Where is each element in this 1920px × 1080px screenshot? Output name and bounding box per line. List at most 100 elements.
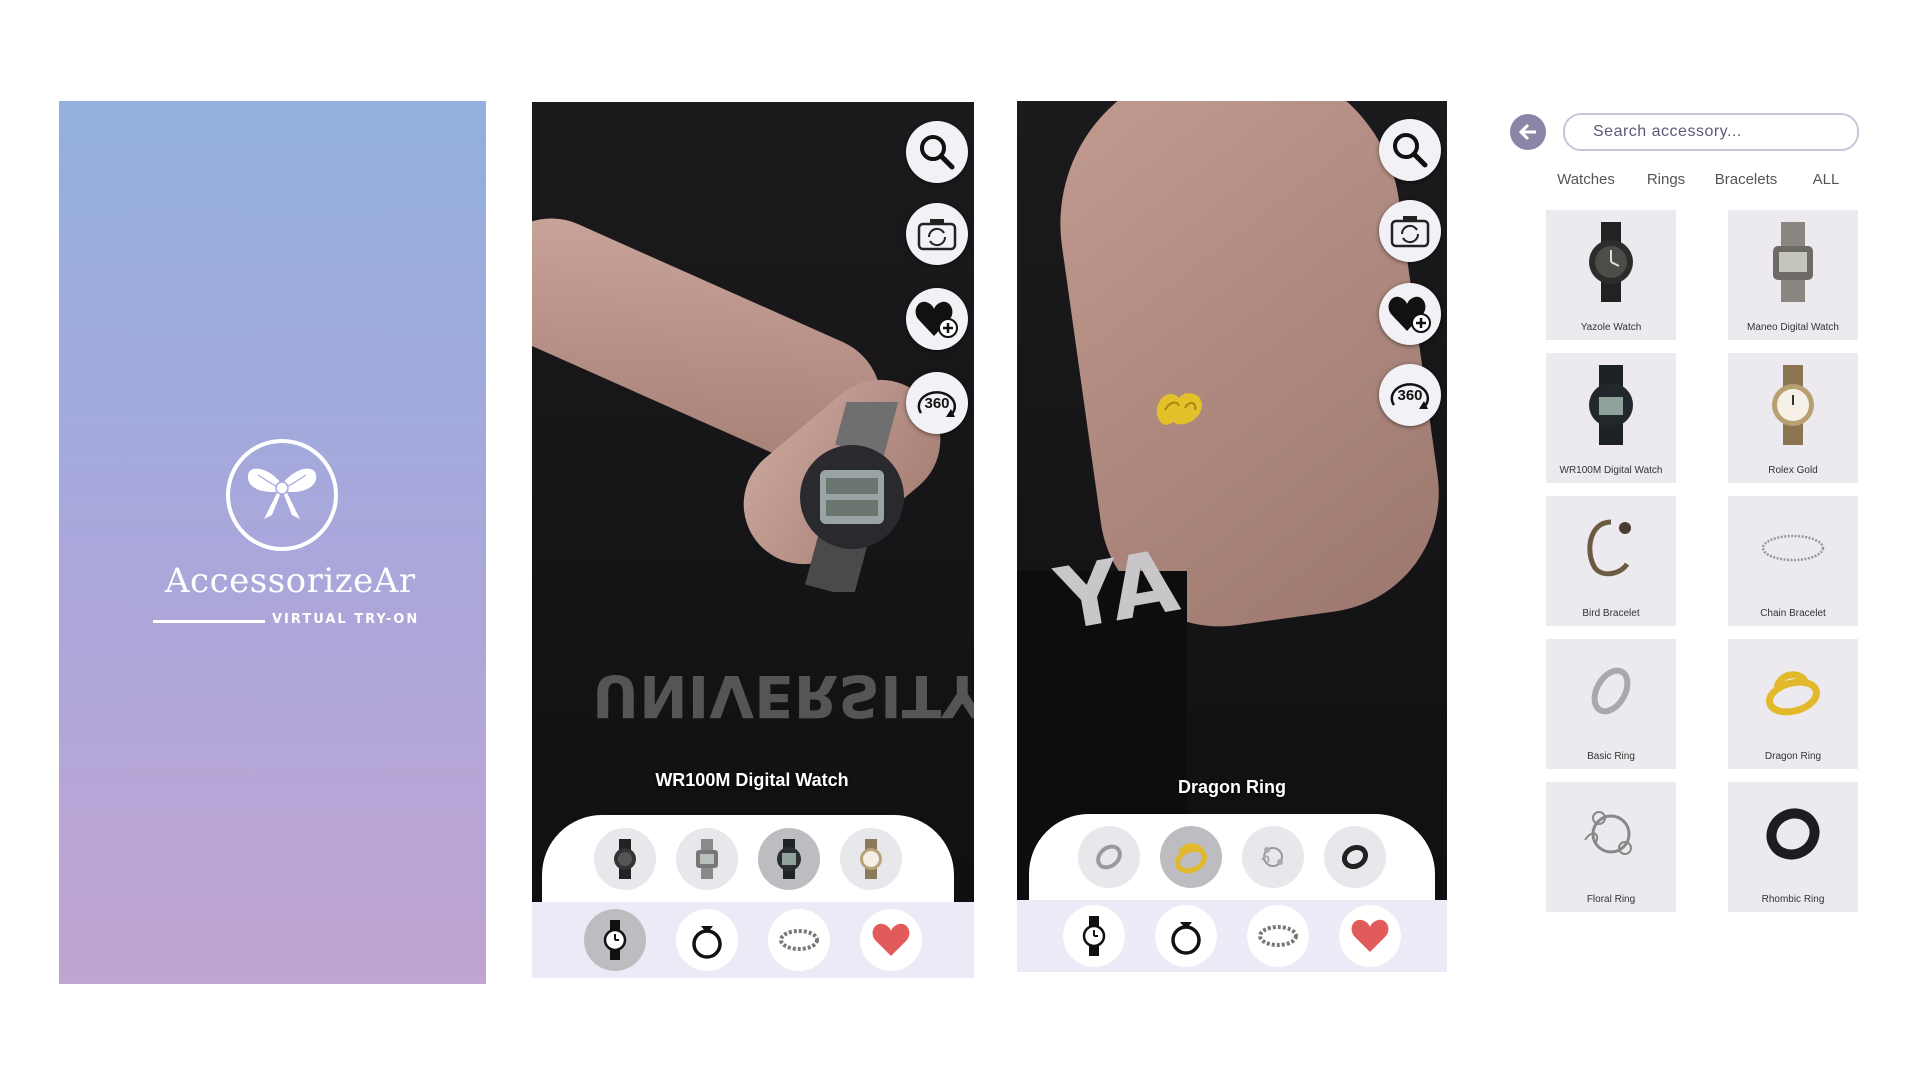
catalog-item[interactable]: Chain Bracelet xyxy=(1728,496,1858,626)
ring-icon xyxy=(692,926,722,959)
brand-name: AccessorizeAr xyxy=(165,561,416,601)
ring-icon xyxy=(1591,667,1631,715)
search-input[interactable] xyxy=(1563,113,1859,151)
item-carousel xyxy=(1029,814,1435,900)
rotate-360-icon: 360 xyxy=(1390,383,1430,409)
bow-logo xyxy=(226,439,338,551)
rotate-360-button[interactable]: 360 xyxy=(1379,364,1441,426)
tab-rings[interactable] xyxy=(676,909,738,971)
catalog-tabs: Watches Rings Bracelets ALL xyxy=(1546,171,1866,188)
watch-icon xyxy=(614,839,636,879)
carousel-item[interactable] xyxy=(676,828,738,890)
splash-screen: AccessorizeAr VIRTUAL TRY-ON xyxy=(59,101,486,984)
tab-favorites[interactable] xyxy=(1339,905,1401,967)
ring-tryon-screen: YA 360 Dragon Ring xyxy=(1017,101,1447,972)
tab-rings[interactable] xyxy=(1155,905,1217,967)
tab-watches[interactable] xyxy=(1063,905,1125,967)
catalog-item[interactable]: Floral Ring xyxy=(1546,782,1676,912)
catalog-item[interactable]: Bird Bracelet xyxy=(1546,496,1676,626)
black-ring-icon xyxy=(1341,844,1369,870)
brand-underline xyxy=(153,620,265,623)
search-button[interactable] xyxy=(1379,119,1441,181)
favorite-add-button[interactable] xyxy=(906,288,968,350)
gold-watch-icon xyxy=(1772,365,1814,445)
catalog-item[interactable]: Rhombic Ring xyxy=(1728,782,1858,912)
camera-flip-button[interactable] xyxy=(906,203,968,265)
tab-rings[interactable]: Rings xyxy=(1626,171,1706,188)
camera-flip-icon xyxy=(1390,216,1430,248)
tab-favorites[interactable] xyxy=(860,909,922,971)
carousel-item[interactable] xyxy=(1078,826,1140,888)
carousel-item[interactable] xyxy=(1324,826,1386,888)
bracelet-icon xyxy=(779,929,819,951)
arrow-left-icon xyxy=(1518,123,1536,141)
rotate-360-icon: 360 xyxy=(917,391,957,417)
chain-bracelet-icon xyxy=(1761,534,1825,562)
catalog-item[interactable]: Rolex Gold xyxy=(1728,353,1858,483)
digital-watch-icon xyxy=(696,839,718,879)
heart-add-icon xyxy=(915,301,958,338)
tab-watches[interactable]: Watches xyxy=(1546,171,1626,188)
tab-all[interactable]: ALL xyxy=(1786,171,1866,188)
ring-icon xyxy=(1096,844,1122,870)
catalog-item-label: Maneo Digital Watch xyxy=(1747,322,1839,333)
carousel-item[interactable] xyxy=(594,828,656,890)
shirt-print: YA xyxy=(1049,531,1186,651)
tryon-item-title: Dragon Ring xyxy=(1178,777,1286,797)
watch-tryon-screen: UNIVERSITY 360 WR100M Digital Watch xyxy=(532,102,974,978)
watch-icon xyxy=(1082,916,1106,956)
rotate-360-button[interactable]: 360 xyxy=(906,372,968,434)
watch-icon xyxy=(1589,222,1633,302)
catalog-item-label: Rhombic Ring xyxy=(1761,894,1825,905)
rotate-360-label: 360 xyxy=(1397,387,1422,404)
catalog-item-label: WR100M Digital Watch xyxy=(1559,465,1663,476)
tab-watches[interactable] xyxy=(584,909,646,971)
item-carousel xyxy=(542,815,954,903)
carousel-item-selected[interactable] xyxy=(1160,826,1222,888)
floral-ring-icon xyxy=(1584,811,1632,855)
catalog-item[interactable]: Dragon Ring xyxy=(1728,639,1858,769)
catalog-item-label: Bird Bracelet xyxy=(1582,608,1640,619)
catalog-item-label: Chain Bracelet xyxy=(1760,608,1826,619)
brand-tagline: VIRTUAL TRY-ON xyxy=(272,612,420,627)
catalog-item-label: Yazole Watch xyxy=(1580,322,1642,333)
catalog-item[interactable]: Yazole Watch xyxy=(1546,210,1676,340)
heart-icon xyxy=(1351,919,1389,952)
favorite-add-button[interactable] xyxy=(1379,283,1441,345)
ring-icon xyxy=(1171,922,1201,955)
catalog-item[interactable]: Maneo Digital Watch xyxy=(1728,210,1858,340)
gold-watch-icon xyxy=(860,839,882,879)
gold-ring-icon xyxy=(1175,843,1207,874)
search-icon xyxy=(1393,133,1428,168)
catalog-grid: Yazole Watch Maneo Digital Watch WR100M … xyxy=(1546,210,1868,912)
tab-bracelets[interactable] xyxy=(768,909,830,971)
camera-flip-icon xyxy=(917,219,957,251)
catalog-item-label: Dragon Ring xyxy=(1764,751,1822,762)
digital-watch-icon xyxy=(1589,365,1633,445)
carousel-item-selected[interactable] xyxy=(758,828,820,890)
catalog-item[interactable]: Basic Ring xyxy=(1546,639,1676,769)
category-tab-bar xyxy=(1017,900,1447,972)
catalog-item-label: Rolex Gold xyxy=(1768,465,1818,476)
watch-icon xyxy=(603,920,627,960)
catalog-item-label: Basic Ring xyxy=(1587,751,1635,762)
bow-icon xyxy=(247,468,317,519)
camera-flip-button[interactable] xyxy=(1379,200,1441,262)
digital-watch-icon xyxy=(777,839,801,879)
back-button[interactable] xyxy=(1510,114,1546,150)
carousel-item[interactable] xyxy=(1242,826,1304,888)
search-button[interactable] xyxy=(906,121,968,183)
gold-ring-icon xyxy=(1766,671,1820,716)
floral-ring-icon xyxy=(1261,847,1283,867)
tab-bracelets[interactable]: Bracelets xyxy=(1706,171,1786,188)
digital-watch-icon xyxy=(1773,222,1813,302)
catalog-item[interactable]: WR100M Digital Watch xyxy=(1546,353,1676,483)
rendered-watch xyxy=(800,402,904,592)
rendered-ring xyxy=(1156,393,1203,425)
catalog-screen: Watches Rings Bracelets ALL Yazole Watch… xyxy=(1500,105,1870,925)
search-icon xyxy=(920,135,955,170)
heart-icon xyxy=(872,923,910,956)
tab-bracelets[interactable] xyxy=(1247,905,1309,967)
bracelet-icon xyxy=(1587,519,1631,577)
carousel-item[interactable] xyxy=(840,828,902,890)
